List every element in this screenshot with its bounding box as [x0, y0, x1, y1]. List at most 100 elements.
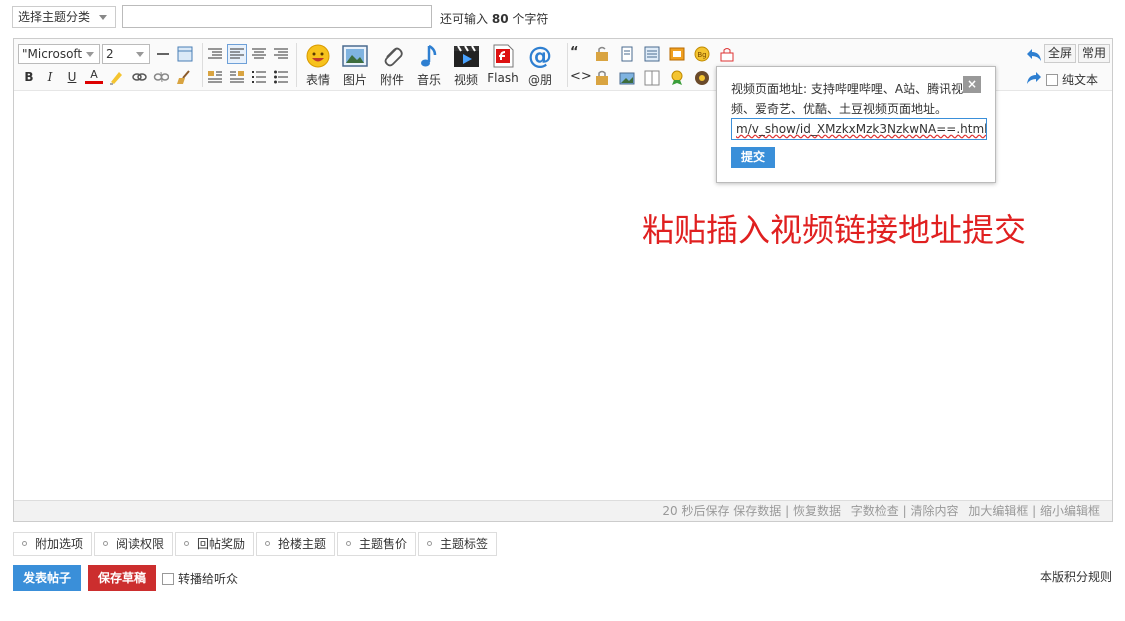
column-icon[interactable] — [644, 70, 660, 86]
align-left-icon — [230, 48, 244, 59]
float-image-right-icon — [230, 71, 244, 83]
save-draft-button[interactable]: 保存草稿 — [88, 565, 156, 591]
unlink-button[interactable] — [152, 68, 170, 86]
broom-icon — [177, 70, 190, 84]
editor-statusbar: 20 秒后保存 保存数据 | 恢复数据 字数检查 | 清除内容 加大编辑框 | … — [14, 500, 1112, 521]
option-label: 主题售价 — [359, 537, 408, 551]
option-tab-tags[interactable]: 主题标签 — [418, 532, 498, 556]
code-icon[interactable]: <> — [570, 70, 592, 86]
attachment-button[interactable]: 附件 — [373, 43, 411, 89]
video-button[interactable]: 视频 — [447, 43, 485, 89]
bullet-list-icon — [274, 70, 288, 84]
image-album-icon[interactable] — [619, 70, 635, 86]
toolbar-separator — [567, 43, 568, 87]
index-icon[interactable] — [644, 46, 660, 62]
option-tab-extra[interactable]: 附加选项 — [13, 532, 93, 556]
background-color-button[interactable] — [107, 68, 125, 86]
option-label: 抢楼主题 — [278, 537, 327, 551]
font-color-button[interactable]: A — [85, 68, 103, 84]
title-input[interactable] — [122, 5, 432, 28]
undo-icon[interactable] — [1026, 48, 1042, 64]
align-right-button[interactable] — [272, 45, 290, 63]
unordered-list-button[interactable] — [272, 68, 290, 86]
emoticon-label: 表情 — [305, 73, 330, 87]
chevron-down-icon — [99, 15, 107, 20]
link-icon — [132, 73, 147, 81]
post-thread-button[interactable]: 发表帖子 — [13, 565, 81, 591]
page-break-icon[interactable] — [619, 46, 635, 62]
attachment-label: 附件 — [379, 73, 404, 87]
align-center-button[interactable] — [250, 45, 268, 63]
plain-text-toggle[interactable]: 纯文本 — [1046, 71, 1098, 88]
option-tab-floor-thread[interactable]: 抢楼主题 — [256, 532, 336, 556]
autosave-links[interactable]: 20 秒后保存 保存数据 | 恢复数据 — [662, 504, 841, 518]
submit-button[interactable]: 提交 — [731, 147, 775, 168]
attachment-icon — [379, 43, 405, 69]
video-icon — [453, 43, 479, 69]
music-button[interactable]: 音乐 — [410, 43, 448, 89]
unlink-icon — [153, 71, 169, 83]
hide-content-icon[interactable] — [594, 70, 610, 86]
clear-format-button[interactable] — [175, 68, 193, 86]
horizontal-rule-button[interactable] — [154, 45, 172, 63]
ordered-list-button[interactable] — [250, 68, 268, 86]
option-tab-reply-reward[interactable]: 回帖奖励 — [175, 532, 255, 556]
float-image-left-icon — [208, 71, 222, 83]
music-label: 音乐 — [416, 73, 441, 87]
highlighter-icon — [110, 72, 122, 85]
underline-button[interactable]: U — [63, 68, 81, 86]
font-family-select[interactable]: "Microsoft — [18, 44, 100, 64]
svg-text:Bg: Bg — [697, 51, 706, 59]
font-family-value: "Microsoft — [22, 47, 83, 61]
credit-rules-link[interactable]: 本版积分规则 — [1040, 568, 1112, 585]
align-right-icon — [274, 48, 288, 59]
option-label: 主题标签 — [440, 537, 489, 551]
broadcast-checkbox[interactable] — [162, 572, 174, 585]
quote-icon[interactable]: “ — [570, 46, 586, 62]
mention-label: @朋 — [527, 73, 552, 87]
close-icon[interactable]: × — [963, 76, 981, 93]
circle-icon — [427, 541, 432, 546]
flash-button[interactable]: Flash — [484, 43, 522, 89]
free-content-icon[interactable] — [594, 46, 610, 62]
topic-category-select[interactable]: 选择主题分类 — [12, 6, 116, 28]
float-left-button[interactable] — [206, 68, 224, 86]
fullscreen-button[interactable]: 全屏 — [1044, 44, 1077, 63]
circle-icon — [346, 541, 351, 546]
chevron-down-icon — [86, 52, 94, 57]
bold-button[interactable]: B — [20, 68, 38, 86]
emoticon-button[interactable]: 表情 — [299, 43, 337, 89]
wordcount-links[interactable]: 字数检查 | 清除内容 — [851, 504, 959, 518]
option-label: 附加选项 — [35, 537, 84, 551]
background-icon[interactable]: Bg — [694, 46, 710, 62]
image-button[interactable]: 图片 — [336, 43, 374, 89]
table-button[interactable] — [176, 45, 194, 63]
option-tab-read-permission[interactable]: 阅读权限 — [94, 532, 174, 556]
float-right-button[interactable] — [228, 68, 246, 86]
award-icon[interactable] — [669, 70, 685, 86]
media-icon[interactable] — [694, 70, 710, 86]
flash-label: Flash — [487, 71, 519, 85]
font-size-select[interactable]: 2 — [102, 44, 150, 64]
char-hint-prefix: 还可输入 — [440, 12, 489, 26]
plain-text-checkbox[interactable] — [1046, 73, 1058, 86]
redo-icon[interactable] — [1026, 71, 1042, 87]
image-label: 图片 — [342, 73, 367, 87]
italic-button[interactable]: I — [41, 68, 59, 86]
align-center-icon — [252, 48, 266, 59]
password-icon[interactable] — [719, 46, 735, 62]
toolbar-separator — [202, 43, 203, 87]
link-button[interactable] — [130, 68, 148, 86]
mention-button[interactable]: @ @朋 — [521, 42, 559, 89]
option-label: 阅读权限 — [116, 537, 165, 551]
char-count-hint: 还可输入 80 个字符 — [440, 10, 548, 27]
align-justify-button[interactable] — [227, 44, 247, 64]
video-url-input[interactable]: m/v_show/id_XMzkxMzk3NzkwNA==.html — [731, 118, 987, 140]
common-mode-button[interactable]: 常用 — [1078, 44, 1111, 63]
broadcast-toggle[interactable]: 转播给听众 — [162, 570, 238, 587]
option-tab-price[interactable]: 主题售价 — [337, 532, 417, 556]
align-left-button[interactable] — [206, 45, 224, 63]
resize-links[interactable]: 加大编辑框 | 缩小编辑框 — [968, 504, 1100, 518]
topic-category-label: 选择主题分类 — [18, 10, 91, 24]
slideshow-icon[interactable] — [669, 46, 685, 62]
